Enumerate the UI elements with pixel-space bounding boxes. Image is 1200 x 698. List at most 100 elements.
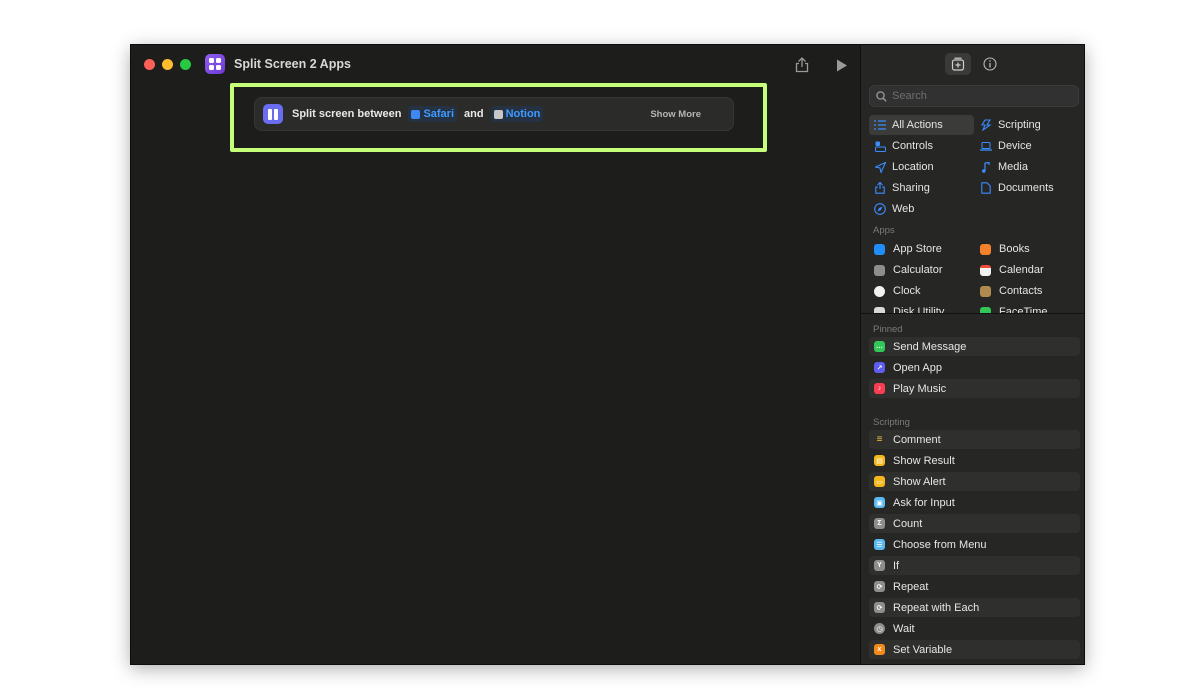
add-action-icon bbox=[951, 57, 965, 71]
menu-icon: ☰ bbox=[874, 539, 885, 550]
pinned-action-open-app[interactable]: ↗ Open App bbox=[869, 358, 1080, 377]
action-label: Show Alert bbox=[893, 475, 946, 488]
app-item-label: Clock bbox=[893, 285, 921, 297]
action-label: Play Music bbox=[893, 382, 947, 395]
shortcut-grid-icon[interactable] bbox=[205, 54, 225, 74]
category-label: Location bbox=[892, 161, 934, 173]
script-action-count[interactable]: Σ Count bbox=[869, 514, 1080, 533]
sigma-icon: Σ bbox=[874, 518, 885, 529]
share-button[interactable] bbox=[792, 55, 812, 75]
category-all-actions[interactable]: All Actions bbox=[869, 115, 974, 135]
device-icon bbox=[980, 140, 992, 152]
shortcut-editor: Split Screen 2 Apps Split screen between… bbox=[131, 45, 860, 664]
scripting-section-label: Scripting bbox=[873, 417, 910, 428]
action-label: Show Result bbox=[893, 454, 955, 467]
action-label: Set Variable bbox=[893, 643, 953, 656]
books-icon bbox=[980, 243, 991, 255]
script-action-comment[interactable]: ≡ Comment bbox=[869, 430, 1080, 449]
pinned-action-play-music[interactable]: ♪ Play Music bbox=[869, 379, 1080, 398]
app-item-clock[interactable]: Clock bbox=[869, 281, 921, 301]
music-icon: ♪ bbox=[874, 383, 885, 394]
repeat-icon: ⟳ bbox=[874, 581, 885, 592]
category-label: All Actions bbox=[892, 119, 943, 131]
clock-icon: ◷ bbox=[874, 623, 885, 634]
category-controls[interactable]: Controls bbox=[869, 136, 974, 156]
shortcuts-window: Split Screen 2 Apps Split screen between… bbox=[131, 45, 1084, 664]
share-icon bbox=[795, 57, 809, 73]
category-location[interactable]: Location bbox=[869, 157, 974, 177]
category-media[interactable]: Media bbox=[975, 157, 1080, 177]
app-item-label: Books bbox=[999, 243, 1030, 255]
apps-list: App Store Books Calculator Calendar Cloc… bbox=[869, 239, 1081, 314]
pinned-section-label: Pinned bbox=[873, 324, 903, 335]
script-action-show-result[interactable]: ▤ Show Result bbox=[869, 451, 1080, 470]
category-label: Scripting bbox=[998, 119, 1041, 131]
repeat-each-icon: ⟳ bbox=[874, 602, 885, 613]
script-action-repeat[interactable]: ⟳ Repeat bbox=[869, 577, 1080, 596]
safari-icon bbox=[411, 109, 421, 119]
minimize-button[interactable] bbox=[162, 59, 173, 70]
action-label: Open App bbox=[893, 361, 942, 374]
app-item-calculator[interactable]: Calculator bbox=[869, 260, 943, 280]
show-more-button[interactable]: Show More bbox=[650, 109, 701, 120]
info-button[interactable] bbox=[977, 53, 1003, 75]
branch-icon: Y bbox=[874, 560, 885, 571]
action-label: Comment bbox=[893, 433, 941, 446]
category-device[interactable]: Device bbox=[975, 136, 1080, 156]
action-label: Send Message bbox=[893, 340, 967, 353]
alert-icon: ▭ bbox=[874, 476, 885, 487]
category-web[interactable]: Web bbox=[869, 199, 974, 219]
contacts-icon bbox=[980, 285, 991, 297]
action-library-button[interactable] bbox=[945, 53, 971, 75]
search-field[interactable] bbox=[869, 85, 1079, 107]
category-documents[interactable]: Documents bbox=[975, 178, 1080, 198]
action-connector: and bbox=[464, 108, 484, 120]
app-item-app-store[interactable]: App Store bbox=[869, 239, 942, 259]
show-result-icon: ▤ bbox=[874, 455, 885, 466]
category-label: Controls bbox=[892, 140, 933, 152]
script-action-repeat-with-each[interactable]: ⟳ Repeat with Each bbox=[869, 598, 1080, 617]
window-title[interactable]: Split Screen 2 Apps bbox=[234, 57, 351, 71]
action-library-sidebar: All Actions Scripting Controls Device bbox=[860, 45, 1084, 664]
script-action-ask-for-input[interactable]: ▣ Ask for Input bbox=[869, 493, 1080, 512]
list-icon bbox=[874, 119, 886, 131]
calculator-icon bbox=[874, 264, 885, 276]
category-label: Sharing bbox=[892, 182, 930, 194]
controls-icon bbox=[874, 140, 886, 152]
category-label: Media bbox=[998, 161, 1028, 173]
apps-section-label: Apps bbox=[873, 225, 895, 236]
script-action-show-alert[interactable]: ▭ Show Alert bbox=[869, 472, 1080, 491]
app-item-label: Calendar bbox=[999, 264, 1044, 276]
category-scripting[interactable]: Scripting bbox=[975, 115, 1080, 135]
action-label: Wait bbox=[893, 622, 915, 635]
app-item-label: Contacts bbox=[999, 285, 1043, 297]
category-sharing[interactable]: Sharing bbox=[869, 178, 974, 198]
close-button[interactable] bbox=[144, 59, 155, 70]
action-label: Choose from Menu bbox=[893, 538, 987, 551]
script-action-choose-from-menu[interactable]: ☰ Choose from Menu bbox=[869, 535, 1080, 554]
script-action-set-variable[interactable]: x Set Variable bbox=[869, 640, 1080, 659]
script-action-if[interactable]: Y If bbox=[869, 556, 1080, 575]
script-action-partial[interactable] bbox=[869, 661, 1080, 664]
action-label: Repeat with Each bbox=[893, 601, 980, 614]
open-app-icon: ↗ bbox=[874, 362, 885, 373]
script-action-wait[interactable]: ◷ Wait bbox=[869, 619, 1080, 638]
app2-token[interactable]: Notion bbox=[490, 106, 544, 122]
app-item-contacts[interactable]: Contacts bbox=[975, 281, 1042, 301]
split-screen-action[interactable]: Split screen between Safari and Notion S… bbox=[254, 97, 734, 131]
sidebar-divider bbox=[861, 313, 1084, 314]
window-controls bbox=[144, 59, 191, 70]
clock-icon bbox=[874, 285, 885, 297]
zoom-button[interactable] bbox=[180, 59, 191, 70]
app-item-books[interactable]: Books bbox=[975, 239, 1030, 259]
message-icon: … bbox=[874, 341, 885, 352]
info-icon bbox=[983, 57, 997, 71]
action-label: If bbox=[893, 559, 900, 572]
input-icon: ▣ bbox=[874, 497, 885, 508]
app2-label: Notion bbox=[505, 108, 541, 120]
run-button[interactable] bbox=[832, 55, 852, 75]
app-item-calendar[interactable]: Calendar bbox=[975, 260, 1044, 280]
pinned-action-send-message[interactable]: … Send Message bbox=[869, 337, 1080, 356]
search-input[interactable] bbox=[892, 90, 1072, 102]
app1-token[interactable]: Safari bbox=[408, 106, 458, 122]
